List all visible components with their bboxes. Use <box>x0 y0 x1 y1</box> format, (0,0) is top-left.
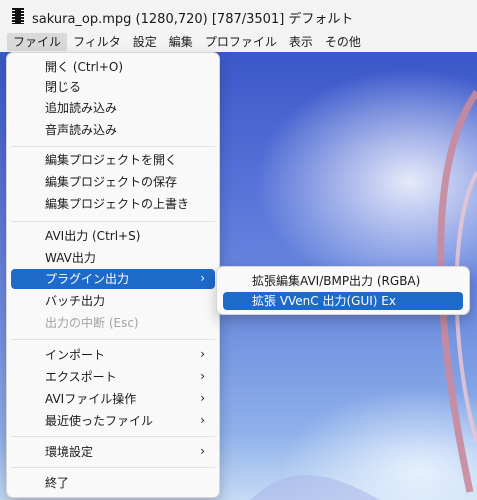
menu-item-label: インポート <box>45 348 106 362</box>
chevron-right-icon: › <box>200 444 205 458</box>
chevron-right-icon: › <box>200 369 205 383</box>
menu-filter[interactable]: フィルタ <box>67 33 127 51</box>
menu-item-append[interactable]: 追加読み込み <box>11 98 215 118</box>
menu-item-label: AVIファイル操作 <box>45 392 137 406</box>
menu-item-import[interactable]: インポート › <box>11 345 215 365</box>
menu-item-label: バッチ出力 <box>45 294 106 308</box>
film-strip-icon <box>12 8 24 24</box>
chevron-right-icon: › <box>200 413 205 427</box>
menu-item-label: 環境設定 <box>45 445 94 459</box>
menu-separator <box>11 436 215 437</box>
menu-profile[interactable]: プロファイル <box>199 33 283 51</box>
menu-item-wav-output[interactable]: WAV出力 <box>11 248 215 268</box>
title-bar: sakura_op.mpg (1280,720) [787/3501] デフォル… <box>0 0 477 32</box>
menu-item-export[interactable]: エクスポート › <box>11 367 215 387</box>
submenu-item-avi-bmp-output[interactable]: 拡張編集AVI/BMP出力 (RGBA) <box>223 272 463 290</box>
menu-item-label: 開く (Ctrl+O) <box>45 60 124 74</box>
menu-item-label: プラグイン出力 <box>45 272 130 286</box>
menu-view[interactable]: 表示 <box>283 33 319 51</box>
menu-item-open[interactable]: 開く (Ctrl+O) <box>11 57 215 77</box>
menu-item-abort-output: 出力の中断 (Esc) <box>11 313 215 333</box>
menu-item-load-audio[interactable]: 音声読み込み <box>11 120 215 140</box>
chevron-right-icon: › <box>200 347 205 361</box>
submenu-item-label: 拡張編集AVI/BMP出力 (RGBA) <box>252 274 421 288</box>
menu-item-label: 出力の中断 (Esc) <box>45 316 139 330</box>
menu-item-overwrite-project[interactable]: 編集プロジェクトの上書き <box>11 194 215 214</box>
menu-other[interactable]: その他 <box>319 33 367 51</box>
menu-edit[interactable]: 編集 <box>163 33 199 51</box>
menu-item-close[interactable]: 閉じる <box>11 77 215 97</box>
menu-separator <box>11 221 215 222</box>
menu-item-label: エクスポート <box>45 370 117 384</box>
menu-item-batch-output[interactable]: バッチ出力 <box>11 291 215 311</box>
menu-item-label: 追加読み込み <box>45 101 118 115</box>
menu-item-label: 最近使ったファイル <box>45 414 154 428</box>
submenu-item-label: 拡張 VVenC 出力(GUI) Ex <box>252 294 396 308</box>
window-title: sakura_op.mpg (1280,720) [787/3501] デフォル… <box>32 12 354 27</box>
menu-item-preferences[interactable]: 環境設定 › <box>11 442 215 462</box>
menu-settings[interactable]: 設定 <box>127 33 163 51</box>
menu-item-label: 終了 <box>45 476 70 490</box>
menu-item-label: 閉じる <box>45 80 82 94</box>
menu-item-avi-output[interactable]: AVI出力 (Ctrl+S) <box>11 226 215 246</box>
menu-item-plugin-output[interactable]: プラグイン出力 › <box>11 269 215 289</box>
menu-item-label: 編集プロジェクトの上書き <box>45 197 190 211</box>
chevron-right-icon: › <box>200 271 205 285</box>
menu-item-label: AVI出力 (Ctrl+S) <box>45 229 141 243</box>
menu-bar: ファイル フィルタ 設定 編集 プロファイル 表示 その他 <box>0 32 477 52</box>
menu-file[interactable]: ファイル <box>7 33 68 51</box>
file-menu: 開く (Ctrl+O) 閉じる 追加読み込み 音声読み込み 編集プロジェクトを開… <box>6 52 220 498</box>
plugin-output-submenu: 拡張編集AVI/BMP出力 (RGBA) 拡張 VVenC 出力(GUI) Ex <box>216 266 470 315</box>
menu-item-exit[interactable]: 終了 <box>11 473 215 493</box>
menu-item-label: 編集プロジェクトの保存 <box>45 175 178 189</box>
menu-separator <box>11 339 215 340</box>
chevron-right-icon: › <box>200 391 205 405</box>
menu-item-avi-file-ops[interactable]: AVIファイル操作 › <box>11 389 215 409</box>
menu-item-label: 編集プロジェクトを開く <box>45 153 178 167</box>
menu-separator <box>11 467 215 468</box>
menu-item-recent-files[interactable]: 最近使ったファイル › <box>11 411 215 431</box>
menu-item-label: WAV出力 <box>45 251 96 265</box>
menu-separator <box>11 146 215 147</box>
menu-item-label: 音声読み込み <box>45 123 118 137</box>
submenu-item-vvenc-output[interactable]: 拡張 VVenC 出力(GUI) Ex <box>223 292 463 310</box>
menu-item-open-project[interactable]: 編集プロジェクトを開く <box>11 150 215 170</box>
menu-item-save-project[interactable]: 編集プロジェクトの保存 <box>11 172 215 192</box>
